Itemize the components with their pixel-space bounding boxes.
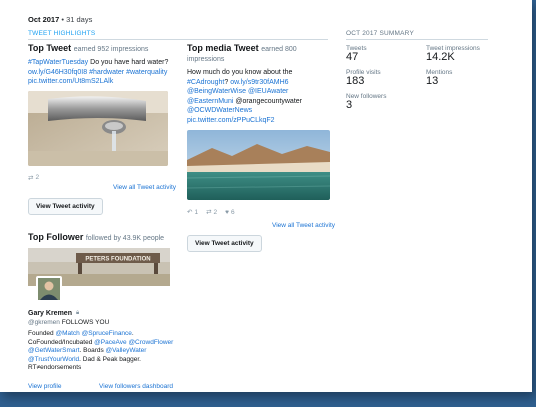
top-follower-card: Top Follower followed by 43.9K people PE… [28, 232, 176, 390]
bio-segment: Founded [28, 330, 56, 337]
top-follower-title: Top Follower followed by 43.9K people [28, 232, 176, 242]
summary-label: New followers [346, 93, 387, 100]
view-all-tweet-activity-link[interactable]: View all Tweet activity [28, 184, 176, 191]
mention-link[interactable]: @OCWDWaterNews [187, 107, 252, 114]
reply-icon: ↶ [187, 209, 193, 216]
hashtag-link[interactable]: #waterquality [126, 69, 167, 76]
tweet-text-segment: @orangecountywater [233, 97, 302, 105]
summary-item-mentions: Mentions 13 [426, 69, 496, 87]
top-follower-title-text: Top Follower [28, 232, 84, 242]
hashtag-link[interactable]: #CAdrought [187, 79, 224, 86]
top-tweet-stats: ⇄ 2 [28, 174, 176, 182]
top-tweet-title-text: Top Tweet [28, 43, 72, 53]
summary-header: OCT 2017 SUMMARY [346, 30, 488, 40]
summary-value: 183 [346, 75, 365, 87]
avatar[interactable] [36, 276, 62, 302]
top-media-tweet-title: Top media Tweet earned 800 impressions [187, 43, 335, 63]
view-profile-link[interactable]: View profile [28, 383, 61, 390]
top-media-tweet-title-text: Top media Tweet [187, 43, 259, 53]
period-month: Oct 2017 [28, 15, 60, 24]
profile-banner: PETERS FOUNDATION [28, 248, 170, 302]
mention-link[interactable]: @IEUAwater [248, 88, 288, 95]
top-tweet-text: #TapWaterTuesday Do you have hard water?… [28, 58, 176, 87]
lock-icon: 🔒︎ [75, 310, 80, 316]
tweet-text-segment: How much do you know about the [187, 69, 293, 76]
analytics-page: Oct 2017 • 31 days TWEET HIGHLIGHTS OCT … [0, 0, 532, 392]
view-all-tweet-activity-link[interactable]: View all Tweet activity [187, 222, 335, 229]
follower-links: View profile View followers dashboard [28, 383, 173, 390]
bio-segment: . Boards [79, 347, 106, 354]
follower-name-row: Gary Kremen 🔒︎ [28, 310, 176, 317]
top-tweet-card: Top Tweet earned 952 impressions #TapWat… [28, 43, 176, 215]
faucet-photo[interactable] [28, 90, 168, 166]
tweet-text-segment: Do you have hard water? [88, 59, 169, 66]
summary-panel: Tweets 47 Tweet impressions 14.2K Profile … [346, 45, 496, 111]
mention-link[interactable]: @TrustYourWorld [28, 356, 79, 363]
view-tweet-activity-button[interactable]: View Tweet activity [187, 235, 262, 252]
top-follower-follower-count: followed by 43.9K people [85, 235, 165, 242]
retweet-count: 2 [213, 208, 218, 216]
retweet-stat: ⇄ 2 [28, 174, 39, 182]
mention-link[interactable]: @Match [55, 330, 79, 337]
pic-link[interactable]: pic.twitter.com/zPPuCLkqF2 [187, 117, 275, 124]
retweet-icon: ⇄ [28, 174, 34, 182]
like-count: 6 [231, 208, 235, 216]
follower-bio: Founded @Match @SpruceFinance. CoFounded… [28, 330, 176, 373]
top-media-tweet-text: How much do you know about the #CAdrough… [187, 68, 335, 125]
top-tweet-title: Top Tweet earned 952 impressions [28, 43, 176, 53]
mention-link[interactable]: @ValleyWater [106, 347, 147, 354]
reply-stat: ↶ 1 [187, 208, 199, 217]
summary-grid: Tweets 47 Tweet impressions 14.2K Profile … [346, 45, 496, 111]
retweet-count: 2 [35, 174, 40, 181]
view-tweet-activity-button[interactable]: View Tweet activity [28, 197, 103, 215]
heart-icon: ♥ [225, 208, 230, 216]
summary-value: 47 [346, 51, 359, 63]
pic-link[interactable]: pic.twitter.com/Ut8mS2LAlk [28, 78, 113, 85]
retweet-stat: ⇄ 2 [206, 208, 218, 217]
summary-item-profile-visits: Profile visits 183 [346, 69, 426, 87]
period-label: Oct 2017 • 31 days [28, 15, 92, 24]
summary-value: 3 [346, 99, 353, 111]
mention-link[interactable]: @BeingWaterWise [187, 88, 246, 95]
summary-value: 13 [426, 75, 439, 87]
hashtag-link[interactable]: #hardwater [89, 69, 124, 76]
mention-link[interactable]: @CrowdFlower [128, 339, 173, 346]
follows-you-badge: FOLLOWS YOU [61, 319, 110, 326]
like-stat: ♥ 6 [225, 208, 234, 216]
top-media-tweet-stats: ↶ 1 ⇄ 2 ♥ 6 [187, 208, 335, 217]
tweet-highlights-header: TWEET HIGHLIGHTS [28, 30, 328, 40]
mention-link[interactable]: @PaceAve [94, 339, 127, 346]
view-followers-dashboard-link[interactable]: View followers dashboard [99, 383, 173, 390]
follower-handle: @gkremen [28, 319, 60, 326]
reply-count: 1 [194, 208, 199, 216]
summary-label: Tweets [346, 45, 367, 52]
summary-item-tweets: Tweets 47 [346, 45, 426, 63]
banner-text: PETERS FOUNDATION [85, 257, 150, 263]
top-tweet-impressions: earned 952 impressions [73, 46, 149, 53]
follower-name[interactable]: Gary Kremen [28, 310, 72, 317]
hashtag-link[interactable]: #TapWaterTuesday [28, 59, 88, 66]
period-days: • 31 days [59, 15, 93, 24]
mention-link[interactable]: @GetWaterSmart [28, 347, 80, 354]
retweet-icon: ⇄ [206, 209, 212, 216]
lake-photo[interactable] [187, 130, 330, 200]
mention-link[interactable]: @EasternMuni [187, 98, 233, 105]
short-link[interactable]: ow.ly/G46H30fq0I8 [28, 69, 87, 76]
top-media-tweet-card: Top media Tweet earned 800 impressions H… [187, 43, 335, 252]
summary-item-new-followers: New followers 3 [346, 93, 426, 111]
short-link[interactable]: ow.ly/s9tr30fAMH6 [230, 79, 288, 86]
follower-handle-row: @gkremen FOLLOWS YOU [28, 319, 176, 326]
mention-link[interactable]: @SpruceFinance [82, 330, 132, 337]
summary-item-tweet-impressions: Tweet impressions 14.2K [426, 45, 496, 63]
summary-value: 14.2K [426, 51, 455, 63]
